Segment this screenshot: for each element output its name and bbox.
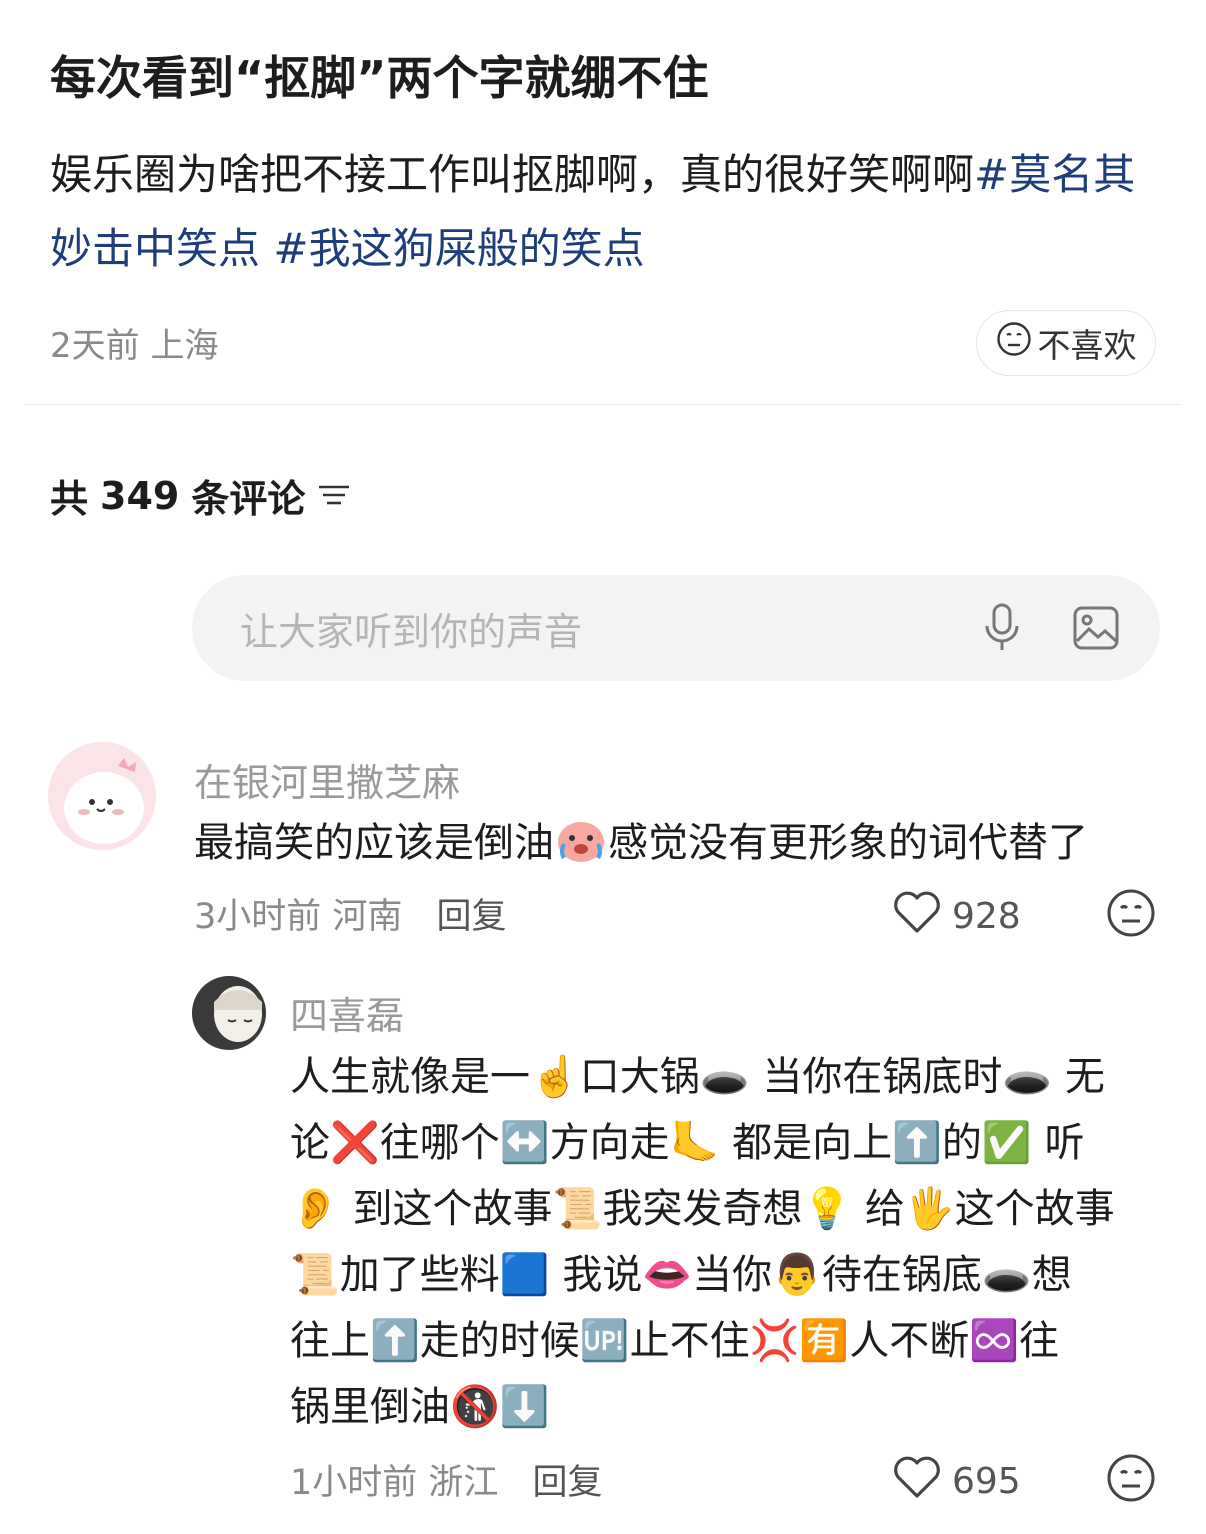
post-location: 上海 bbox=[150, 326, 219, 366]
post-meta: 2天前 上海 bbox=[50, 318, 218, 367]
comment-meta: 3小时前 河南 回复 bbox=[194, 888, 506, 939]
meh-face-icon bbox=[1106, 1454, 1156, 1507]
comment-username[interactable]: 四喜磊 bbox=[290, 985, 404, 1040]
dislike-button[interactable]: 不喜欢 bbox=[976, 310, 1156, 376]
comment-count-header[interactable]: 共 349 条评论 bbox=[50, 468, 351, 523]
like-count: 695 bbox=[952, 1461, 1021, 1502]
image-icon[interactable] bbox=[1066, 598, 1126, 658]
hashtag-link-2[interactable]: #我这狗屎般的笑点 bbox=[273, 224, 644, 273]
comment-text: 人生就像是一☝️口大锅🕳️ 当你在锅底时🕳️ 无 论❌往哪个↔️方向走🦶 都是向… bbox=[290, 1044, 1170, 1440]
comment-time: 1小时前 bbox=[290, 1463, 418, 1503]
comment-line: 📜加了些料🟦 我说👄当你👨待在锅底🕳️想 bbox=[290, 1252, 1072, 1298]
meh-face-icon bbox=[1106, 889, 1156, 942]
sort-icon[interactable] bbox=[317, 474, 351, 518]
count-prefix: 共 bbox=[50, 477, 89, 521]
post-body-text: 娱乐圈为啥把不接工作叫抠脚啊，真的很好笑啊啊 bbox=[50, 150, 975, 199]
comment-location: 河南 bbox=[332, 897, 403, 937]
count-suffix: 条评论 bbox=[191, 477, 306, 521]
divider bbox=[24, 404, 1182, 405]
avatar[interactable] bbox=[192, 976, 266, 1050]
dislike-comment-button[interactable] bbox=[1106, 1453, 1156, 1507]
post-body: 娱乐圈为啥把不接工作叫抠脚啊，真的很好笑啊啊#莫名其妙击中笑点 #我这狗屎般的笑… bbox=[50, 138, 1160, 286]
comment-input[interactable]: 让大家听到你的声音 bbox=[192, 575, 1160, 681]
dislike-comment-button[interactable] bbox=[1106, 888, 1156, 942]
comment-line: 往上⬆️走的时候🆙止不住💢🈶人不断♾️往 bbox=[290, 1318, 1060, 1364]
comment-line: 人生就像是一☝️口大锅🕳️ 当你在锅底时🕳️ 无 bbox=[290, 1054, 1105, 1100]
reply-button[interactable]: 回复 bbox=[436, 888, 506, 939]
dislike-label: 不喜欢 bbox=[1037, 326, 1137, 365]
like-button[interactable]: 695 bbox=[892, 1455, 1021, 1508]
comment-time: 3小时前 bbox=[194, 897, 322, 937]
like-count: 928 bbox=[952, 896, 1021, 937]
crying-face-emoji-icon bbox=[554, 820, 608, 866]
comment-location: 浙江 bbox=[428, 1463, 499, 1503]
post-time: 2天前 bbox=[50, 326, 140, 366]
comment-meta: 1小时前 浙江 回复 bbox=[290, 1454, 602, 1505]
avatar[interactable] bbox=[48, 742, 156, 850]
comment-line: 锅里倒油🚯⬇️ bbox=[290, 1384, 550, 1430]
count-number: 349 bbox=[100, 473, 180, 518]
post-title: 每次看到“抠脚”两个字就绷不住 bbox=[50, 51, 709, 105]
comment-username[interactable]: 在银河里撒芝麻 bbox=[194, 752, 460, 807]
comment-input-placeholder[interactable]: 让大家听到你的声音 bbox=[240, 601, 972, 656]
comment-line: 论❌往哪个↔️方向走🦶 都是向上⬆️的✅ 听 bbox=[290, 1120, 1085, 1166]
comment-text-part: 最搞笑的应该是倒油 bbox=[194, 820, 554, 866]
reply-button[interactable]: 回复 bbox=[532, 1454, 602, 1505]
like-button[interactable]: 928 bbox=[892, 890, 1021, 943]
comment-text: 最搞笑的应该是倒油 感觉没有更形象的词代替了 bbox=[194, 810, 1088, 876]
heart-icon bbox=[892, 1455, 942, 1508]
meh-face-icon bbox=[996, 321, 1032, 365]
heart-icon bbox=[892, 890, 942, 943]
comment-line: 👂 到这个故事📜我突发奇想💡 给🖐️这个故事 bbox=[290, 1186, 1115, 1232]
microphone-icon[interactable] bbox=[972, 598, 1032, 658]
comment-text-part: 感觉没有更形象的词代替了 bbox=[608, 820, 1088, 866]
